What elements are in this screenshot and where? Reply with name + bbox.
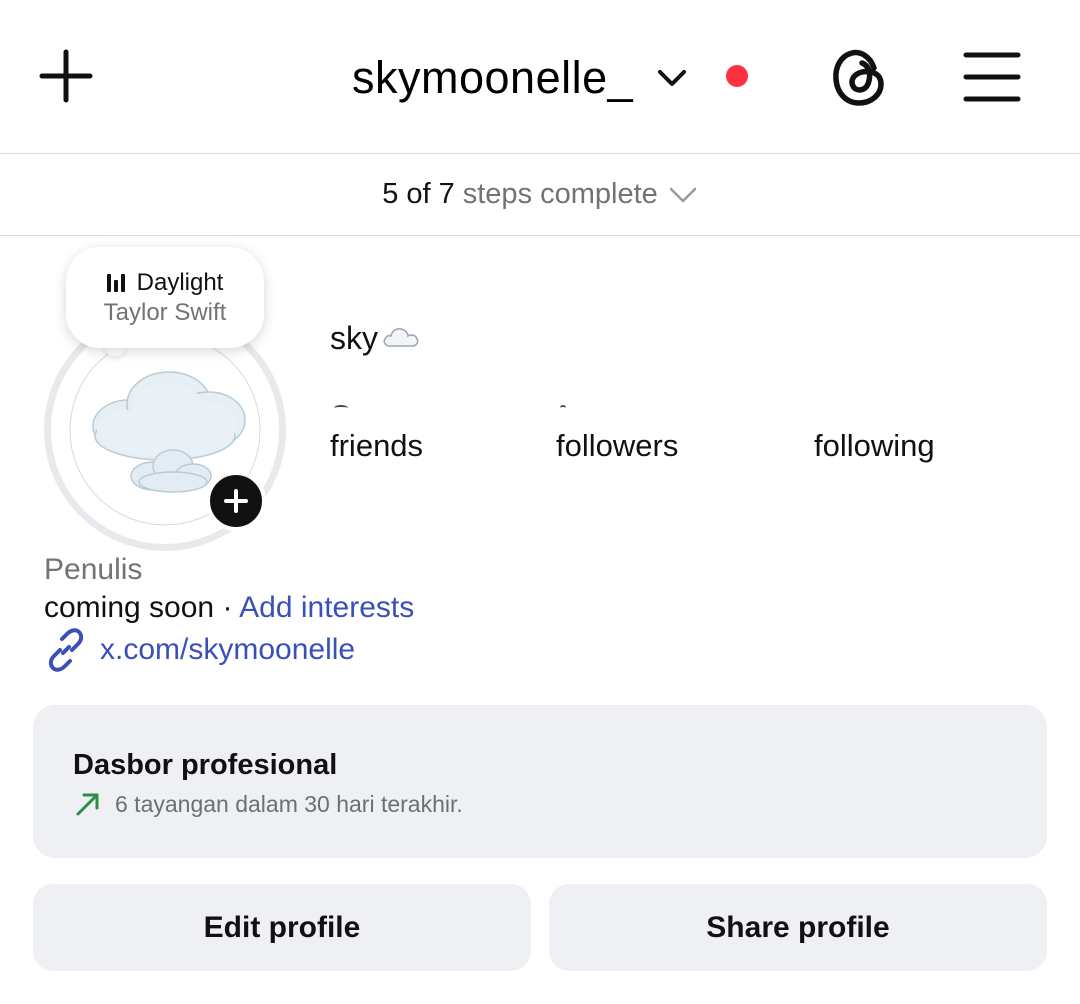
cloud-icon <box>382 320 420 357</box>
add-interests-link[interactable]: Add interests <box>239 591 414 624</box>
stat-following[interactable]: following <box>814 428 935 464</box>
plus-icon[interactable] <box>34 44 98 108</box>
stat-number-friends <box>334 405 348 411</box>
plus-icon <box>224 489 248 513</box>
steps-label: steps complete <box>462 178 658 210</box>
profile-steps-banner[interactable]: 5 of 7 steps complete <box>0 154 1080 235</box>
chevron-down-icon <box>657 61 691 95</box>
dashboard-views-text: 6 tayangan dalam 30 hari terakhir. <box>115 790 463 817</box>
edit-profile-button[interactable]: Edit profile <box>33 884 531 971</box>
share-profile-button[interactable]: Share profile <box>549 884 1047 971</box>
stat-followers[interactable]: followers <box>556 428 678 464</box>
note-song-title: Daylight <box>136 269 224 296</box>
steps-count: 5 of 7 <box>382 178 455 210</box>
threads-icon[interactable] <box>828 46 890 108</box>
profile-category: Penulis <box>44 553 143 586</box>
professional-dashboard-card[interactable]: Dasbor profesional 6 tayangan dalam 30 h… <box>33 705 1047 858</box>
music-note-bubble[interactable]: Daylight Taylor Swift <box>66 247 264 348</box>
bio-separator: · <box>214 591 240 624</box>
music-bars-icon <box>106 274 125 292</box>
account-switcher[interactable]: skymoonelle_ <box>352 48 691 108</box>
bio-text: coming soon <box>44 591 215 624</box>
trending-up-arrow-icon <box>76 793 99 816</box>
add-story-button[interactable] <box>206 471 266 531</box>
username: skymoonelle_ <box>352 52 634 103</box>
display-name-text: sky <box>330 320 378 356</box>
notification-dot <box>726 65 748 87</box>
link-text: x.com/skymoonelle <box>100 633 356 666</box>
stat-friends[interactable]: friends <box>330 428 423 464</box>
dashboard-title: Dasbor profesional <box>73 749 338 781</box>
stat-number-followers <box>560 405 566 411</box>
chevron-down-icon <box>668 185 698 205</box>
top-bar: skymoonelle_ <box>0 0 1080 153</box>
profile-link[interactable]: x.com/skymoonelle <box>44 628 355 672</box>
hamburger-menu-icon[interactable] <box>960 46 1024 108</box>
display-name: sky <box>330 320 420 357</box>
divider <box>0 235 1080 236</box>
link-icon <box>48 628 84 672</box>
dashboard-subtitle: 6 tayangan dalam 30 hari terakhir. <box>73 789 463 819</box>
note-artist: Taylor Swift <box>103 299 227 326</box>
bio: coming soon · Add interests <box>44 591 414 625</box>
